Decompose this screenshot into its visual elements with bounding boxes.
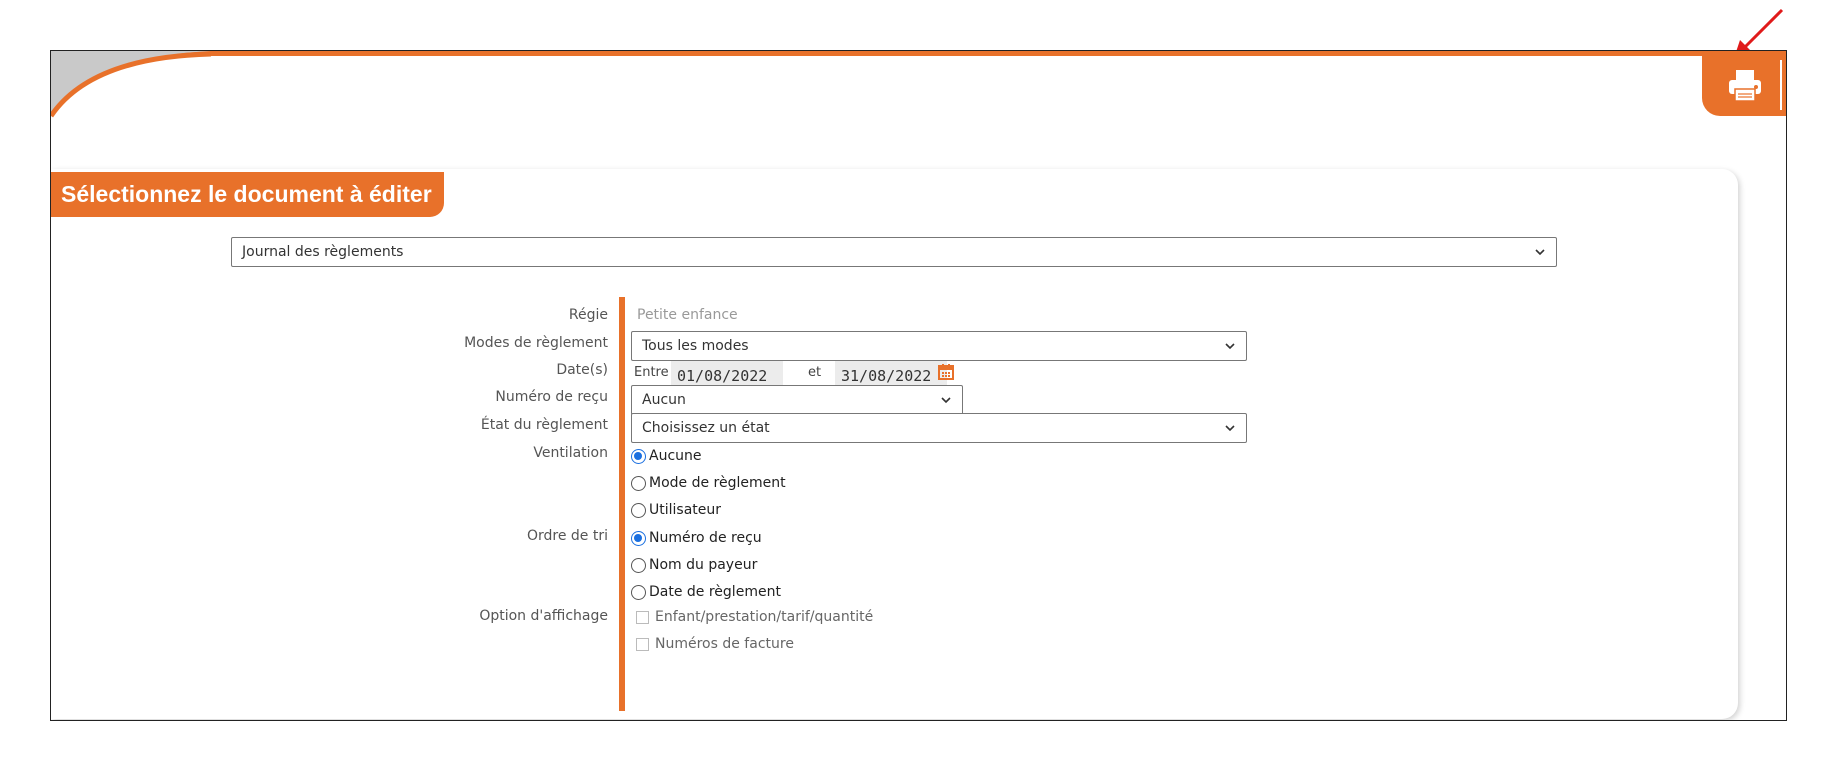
ventilation-option-utilisateur[interactable]: Utilisateur (631, 499, 721, 521)
etat-select[interactable]: Choisissez un état (631, 413, 1247, 443)
dates-between-label: Entre (634, 365, 669, 380)
affichage-option-label: Numéros de facture (655, 636, 794, 652)
top-border-line (51, 51, 1786, 56)
radio-button[interactable] (631, 448, 646, 464)
form-separator-bar (619, 297, 625, 711)
modes-select[interactable]: Tous les modes (631, 331, 1247, 361)
chevron-down-icon (1225, 343, 1235, 350)
report-window: Sélectionnez le document à éditer Journa… (50, 50, 1787, 721)
affichage-option-factures[interactable]: Numéros de facture (636, 634, 794, 654)
regie-label: Régie (568, 307, 608, 323)
radio-button[interactable] (631, 584, 646, 600)
tri-option-nom[interactable]: Nom du payeur (631, 554, 757, 576)
ventilation-option-label: Mode de règlement (649, 475, 786, 491)
calendar-icon[interactable] (937, 363, 955, 381)
dates-label: Date(s) (556, 362, 608, 378)
document-select-value: Journal des règlements (242, 244, 404, 260)
etat-label: État du règlement (480, 417, 608, 433)
tri-option-label: Numéro de reçu (649, 530, 762, 546)
recu-select-value: Aucun (642, 392, 686, 408)
radio-button[interactable] (631, 557, 646, 573)
affichage-option-enfant[interactable]: Enfant/prestation/tarif/quantité (636, 607, 873, 627)
tri-option-label: Date de règlement (649, 584, 781, 600)
tri-option-date[interactable]: Date de règlement (631, 581, 781, 603)
tri-option-label: Nom du payeur (649, 557, 758, 573)
etat-select-value: Choisissez un état (642, 420, 770, 436)
modes-select-value: Tous les modes (642, 338, 749, 354)
dates-and-label: et (808, 365, 822, 380)
print-button[interactable] (1702, 54, 1786, 116)
ventilation-label: Ventilation (533, 445, 608, 461)
ventilation-option-mode[interactable]: Mode de règlement (631, 472, 786, 494)
recu-select[interactable]: Aucun (631, 385, 963, 415)
radio-button[interactable] (631, 530, 646, 546)
regie-value: Petite enfance (637, 307, 738, 323)
tri-label: Ordre de tri (526, 528, 608, 544)
recu-label: Numéro de reçu (495, 389, 608, 405)
ventilation-option-aucune[interactable]: Aucune (631, 445, 702, 467)
modes-label: Modes de règlement (464, 335, 608, 351)
panel-title: Sélectionnez le document à éditer (51, 172, 444, 217)
chevron-down-icon (941, 397, 951, 404)
affichage-label: Option d'affichage (479, 608, 608, 624)
radio-button[interactable] (631, 502, 646, 518)
tri-option-numero[interactable]: Numéro de reçu (631, 527, 762, 549)
checkbox[interactable] (636, 610, 649, 624)
chevron-down-icon (1225, 425, 1235, 432)
print-button-divider (1780, 60, 1782, 110)
document-select[interactable]: Journal des règlements (231, 237, 1557, 267)
radio-button[interactable] (631, 475, 646, 491)
checkbox[interactable] (636, 637, 649, 651)
ventilation-option-label: Aucune (649, 448, 702, 464)
decorative-corner (51, 51, 212, 118)
ventilation-option-label: Utilisateur (649, 502, 722, 518)
chevron-down-icon (1535, 249, 1545, 256)
printer-icon (1729, 70, 1761, 102)
affichage-option-label: Enfant/prestation/tarif/quantité (655, 609, 874, 625)
